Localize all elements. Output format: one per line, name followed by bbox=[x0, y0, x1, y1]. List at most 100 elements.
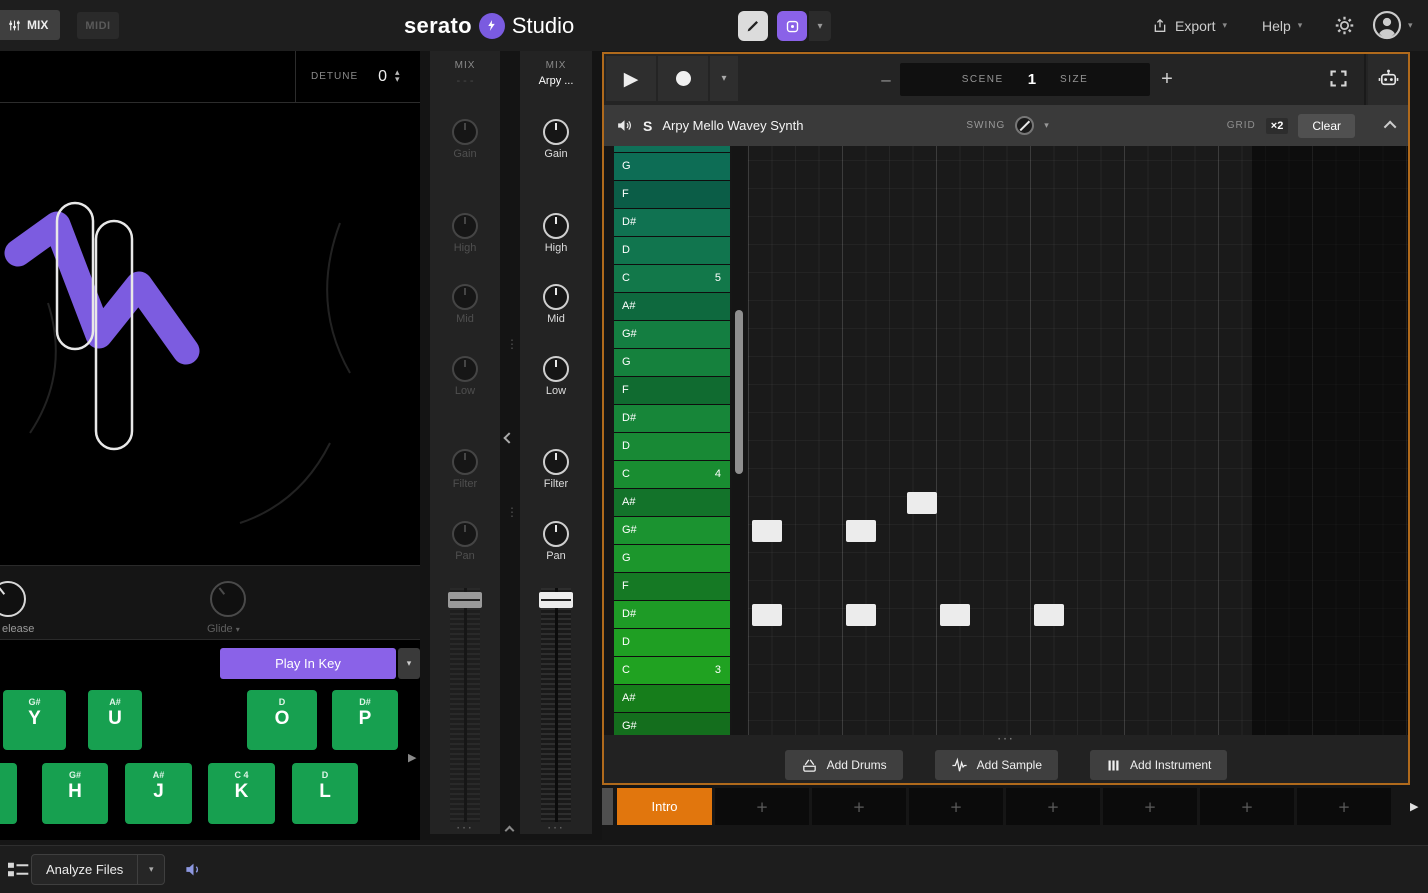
keyboard-key-u[interactable]: A#U bbox=[88, 690, 142, 750]
note-row[interactable]: C4 bbox=[614, 461, 730, 489]
note-block[interactable] bbox=[752, 604, 782, 626]
grid-value-badge[interactable]: ×2 bbox=[1266, 118, 1289, 134]
mixer-knob-pan[interactable]: Pan bbox=[430, 521, 500, 562]
add-instrument-button[interactable]: Add Instrument bbox=[1090, 750, 1227, 780]
scene-tab-add[interactable]: + bbox=[1006, 788, 1100, 825]
track-volume-icon[interactable] bbox=[616, 117, 633, 134]
note-row[interactable]: G bbox=[614, 153, 730, 181]
note-block[interactable] bbox=[752, 520, 782, 542]
note-row[interactable]: G# bbox=[614, 321, 730, 349]
glide-knob[interactable] bbox=[210, 581, 246, 617]
drag-dots-icon[interactable]: ⋮ bbox=[506, 509, 518, 515]
keys-scroll-right-icon[interactable]: ▶ bbox=[408, 751, 416, 764]
mixer-knob-mid[interactable]: Mid bbox=[430, 284, 500, 325]
mixer-knob-mid[interactable]: Mid bbox=[520, 284, 592, 325]
mixer-collapse-button[interactable] bbox=[505, 429, 513, 447]
scenes-scroll-left[interactable] bbox=[602, 788, 613, 825]
note-block[interactable] bbox=[940, 604, 970, 626]
channel-fader[interactable] bbox=[448, 588, 482, 822]
fader-cap[interactable] bbox=[539, 592, 573, 608]
account-dropdown-icon[interactable]: ▾ bbox=[1408, 21, 1413, 31]
mixer-knob-filter[interactable]: Filter bbox=[430, 449, 500, 490]
mixer-knob-gain[interactable]: Gain bbox=[520, 119, 592, 160]
note-row[interactable]: D bbox=[614, 237, 730, 265]
play-button[interactable]: ▶ bbox=[606, 56, 656, 101]
note-row[interactable]: A# bbox=[614, 685, 730, 713]
mixer-knob-high[interactable]: High bbox=[520, 213, 592, 254]
size-decrease-button[interactable]: – bbox=[874, 54, 898, 105]
note-row[interactable]: D# bbox=[614, 209, 730, 237]
mix-view-button[interactable]: MIX bbox=[0, 10, 60, 40]
user-avatar[interactable] bbox=[1372, 10, 1402, 40]
mixer-knob-pan[interactable]: Pan bbox=[520, 521, 592, 562]
note-row[interactable]: G# bbox=[614, 146, 730, 153]
note-row[interactable]: G bbox=[614, 545, 730, 573]
detune-control[interactable]: DETUNE 0 ▴ ▾ bbox=[295, 51, 420, 102]
note-row[interactable]: D# bbox=[614, 601, 730, 629]
keyboard-key-p[interactable]: D#P bbox=[332, 690, 398, 750]
channel-fader[interactable] bbox=[539, 588, 573, 822]
solo-button[interactable]: S bbox=[643, 118, 652, 134]
master-volume-button[interactable] bbox=[184, 860, 203, 884]
fullscreen-button[interactable] bbox=[1328, 68, 1350, 90]
note-row[interactable]: A# bbox=[614, 489, 730, 517]
swing-dropdown-button[interactable]: ▾ bbox=[1044, 121, 1049, 131]
plugin-dropdown-button[interactable]: ▾ bbox=[809, 11, 831, 41]
scene-tab-add[interactable]: + bbox=[909, 788, 1003, 825]
note-row[interactable]: D bbox=[614, 433, 730, 461]
keyboard-key-partial[interactable] bbox=[0, 763, 17, 824]
clear-button[interactable]: Clear bbox=[1298, 114, 1355, 138]
add-sample-button[interactable]: Add Sample bbox=[935, 750, 1058, 780]
fader-cap[interactable] bbox=[448, 592, 482, 608]
resize-handle[interactable]: ··· bbox=[604, 735, 1408, 747]
note-block[interactable] bbox=[846, 520, 876, 542]
pen-tool-button[interactable] bbox=[738, 11, 768, 41]
note-block[interactable] bbox=[1034, 604, 1064, 626]
keyboard-key-k[interactable]: C 4K bbox=[208, 763, 275, 824]
scene-tab-add[interactable]: + bbox=[1297, 788, 1391, 825]
scene-tab-add[interactable]: + bbox=[812, 788, 906, 825]
note-row[interactable]: D bbox=[614, 629, 730, 657]
keyboard-key-o[interactable]: DO bbox=[247, 690, 317, 750]
play-in-key-dropdown[interactable]: ▾ bbox=[398, 648, 420, 679]
piano-roll-scrollbar[interactable] bbox=[732, 146, 746, 735]
add-drums-button[interactable]: Add Drums bbox=[785, 750, 903, 780]
note-row[interactable]: D# bbox=[614, 405, 730, 433]
mixer-knob-filter[interactable]: Filter bbox=[520, 449, 592, 490]
transport-dropdown-button[interactable]: ▾ bbox=[710, 56, 738, 101]
midi-button[interactable]: MIDI bbox=[77, 12, 119, 39]
mixer-channel[interactable]: MIX- - -GainHighMidLowFilterPan··· bbox=[430, 51, 500, 834]
swing-knob[interactable] bbox=[1015, 116, 1034, 135]
note-row[interactable]: G# bbox=[614, 517, 730, 545]
keyboard-key-l[interactable]: DL bbox=[292, 763, 358, 824]
drag-dots-icon[interactable]: ⋮ bbox=[506, 341, 518, 347]
scene-tab-add[interactable]: + bbox=[1103, 788, 1197, 825]
analyze-dropdown-icon[interactable]: ▾ bbox=[138, 865, 164, 875]
mixer-scroll-up-button[interactable] bbox=[506, 821, 513, 839]
collapse-track-icon[interactable] bbox=[1384, 121, 1397, 134]
scene-tab-add[interactable]: + bbox=[1200, 788, 1294, 825]
note-block[interactable] bbox=[846, 604, 876, 626]
mixer-knob-gain[interactable]: Gain bbox=[430, 119, 500, 160]
piano-roll-grid[interactable] bbox=[748, 146, 1408, 735]
note-row[interactable]: F bbox=[614, 573, 730, 601]
note-row[interactable]: G# bbox=[614, 713, 730, 735]
keyboard-key-h[interactable]: G#H bbox=[42, 763, 108, 824]
chevron-down-icon[interactable]: ▾ bbox=[236, 625, 240, 634]
note-row[interactable]: C3 bbox=[614, 657, 730, 685]
export-menu[interactable]: Export ▾ bbox=[1152, 0, 1227, 51]
note-row[interactable]: G bbox=[614, 349, 730, 377]
library-toggle-button[interactable] bbox=[8, 860, 30, 884]
settings-gear-icon[interactable] bbox=[1334, 15, 1356, 37]
note-block[interactable] bbox=[907, 492, 937, 514]
release-knob[interactable] bbox=[0, 581, 26, 617]
analyze-files-button[interactable]: Analyze Files ▾ bbox=[31, 854, 165, 885]
note-row[interactable]: C5 bbox=[614, 265, 730, 293]
keyboard-key-j[interactable]: A#J bbox=[125, 763, 192, 824]
scene-tab-add[interactable]: + bbox=[715, 788, 809, 825]
mixer-knob-low[interactable]: Low bbox=[430, 356, 500, 397]
size-increase-button[interactable]: + bbox=[1153, 54, 1181, 105]
record-button[interactable] bbox=[658, 56, 708, 101]
mixer-knob-high[interactable]: High bbox=[430, 213, 500, 254]
track-title[interactable]: Arpy Mello Wavey Synth bbox=[662, 118, 803, 133]
